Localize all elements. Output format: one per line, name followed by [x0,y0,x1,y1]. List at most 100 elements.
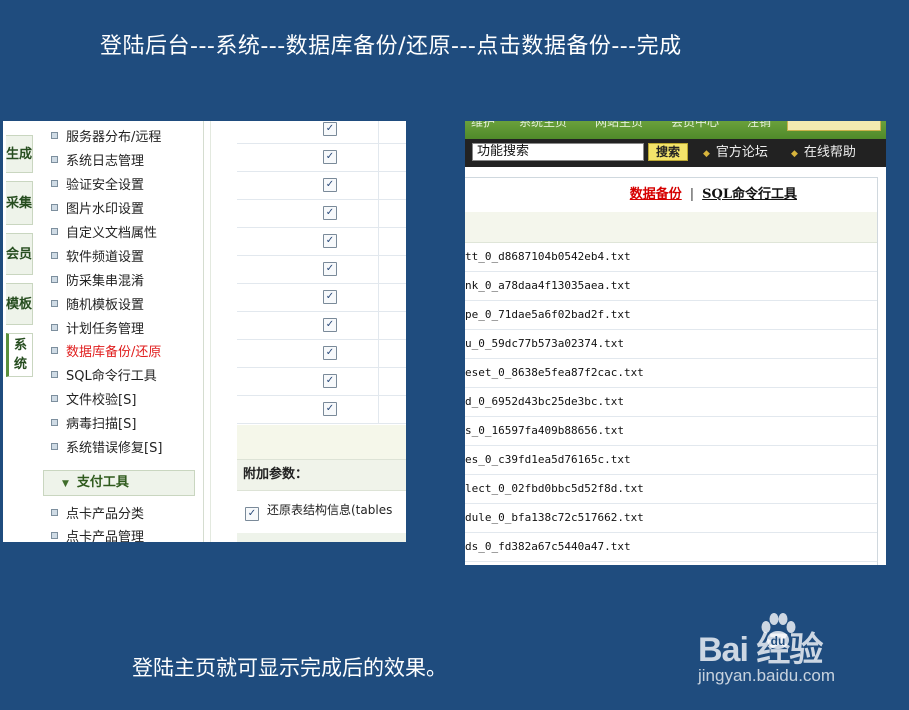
menu-item-software-channel[interactable]: 软件频道设置 [51,248,144,268]
menu-item-scheduled-tasks[interactable]: 计划任务管理 [51,320,144,340]
list-subheader [465,212,877,243]
table-row: ✓ [237,395,406,424]
menu-item-card-manage[interactable]: 点卡产品管理 [51,528,144,542]
tab-member[interactable]: 会员 [6,233,33,275]
list-item: u_0_59dc77b573a02374.txt [465,330,877,359]
checkbox[interactable]: ✓ [323,150,337,164]
nav-site-home[interactable]: 网站主页 [595,121,643,130]
bullet-icon [51,324,58,331]
nav-logout[interactable]: 注销 [747,121,771,130]
tab-generate[interactable]: 生成 [6,135,33,173]
table-row: ✓ [237,283,406,312]
menu-item-watermark[interactable]: 图片水印设置 [51,200,144,220]
list-item: es_0_c39fd1ea5d76165c.txt [465,446,877,475]
checkbox[interactable]: ✓ [323,346,337,360]
svg-text:du: du [771,634,786,648]
menu-item-db-backup[interactable]: 数据库备份/还原 [51,343,161,363]
list-item: lect_0_02fbd0bbc5d52f8d.txt [465,475,877,504]
restore-structure-option[interactable]: ✓ 还原表结构信息(tables [237,493,406,527]
paw-logo-icon: du [761,613,796,649]
search-input[interactable]: 功能搜索 [472,143,644,161]
menu-item-doc-attrs[interactable]: 自定义文档属性 [51,224,157,244]
scrollbar[interactable] [877,177,886,565]
system-menu: 服务器分布/远程 系统日志管理 验证安全设置 图片水印设置 自定义文档属性 软件… [37,121,204,542]
bullet-icon [51,252,58,259]
menu-item-sql-tool[interactable]: SQL命令行工具 [51,367,157,387]
bullet-icon [51,419,58,426]
bullet-icon [51,156,58,163]
list-item: d_0_6952d43bc25de3bc.txt [465,388,877,417]
table-row: ✓ [237,367,406,396]
checkbox[interactable]: ✓ [323,178,337,192]
bullet-icon [51,180,58,187]
search-button[interactable]: 搜索 [648,143,688,161]
nav-member-center[interactable]: 会员中心 [671,121,719,130]
table-row: ✓ [237,255,406,284]
menu-item-anti-collect[interactable]: 防采集串混淆 [51,272,144,292]
menu-group-payment[interactable]: ▼ 支付工具 [43,470,195,496]
table-row: ✓ [237,339,406,368]
triangle-down-icon: ▼ [62,479,69,489]
online-help-link[interactable]: ◆ 在线帮助 [791,143,856,164]
menu-item-syslog[interactable]: 系统日志管理 [51,152,144,172]
bullet-icon [51,443,58,450]
checkbox[interactable]: ✓ [323,290,337,304]
backup-header: 数据备份 | SQL命令行工具 [465,177,877,213]
menu-item-security[interactable]: 验证安全设置 [51,176,144,196]
menu-item-virus-scan[interactable]: 病毒扫描[S] [51,415,136,435]
checkbox[interactable]: ✓ [323,318,337,332]
checkbox[interactable]: ✓ [323,234,337,248]
menu-item-file-check[interactable]: 文件校验[S] [51,391,136,411]
list-item: dule_0_bfa138c72c517662.txt [465,504,877,533]
search-bar: 功能搜索 搜索 ◆ 官方论坛 ◆ 在线帮助 [465,139,886,167]
vertical-tab-bar: 生成 采集 会员 模板 系统 [3,121,37,542]
bullet-icon [51,300,58,307]
nav-system-home[interactable]: 系统主页 [519,121,567,130]
nav-maintain[interactable]: 维护 [471,121,495,130]
bullet-icon [51,395,58,402]
table-row: ✓ [237,199,406,228]
top-nav: 维护 系统主页 网站主页 会员中心 注销 [465,121,886,139]
official-forum-link[interactable]: ◆ 官方论坛 [703,143,768,164]
list-item: eset_0_8638e5fea87f2cac.txt [465,359,877,388]
quick-menu-select[interactable] [787,121,881,131]
tab-collect[interactable]: 采集 [6,181,33,225]
table-row: ✓ [237,311,406,340]
tab-system[interactable]: 系统 [6,333,33,377]
checkbox[interactable]: ✓ [323,262,337,276]
checkbox[interactable]: ✓ [323,122,337,136]
bullet-icon [51,347,58,354]
table-row: ✓ [237,143,406,172]
button-strip [237,533,406,542]
slide-title: 登陆后台---系统---数据库备份/还原---点击数据备份---完成 [100,34,682,59]
bullet-icon [51,228,58,235]
backup-file-list: tt_0_d8687104b0542eb4.txt nk_0_a78daa4f1… [465,243,877,562]
menu-item-server[interactable]: 服务器分布/远程 [51,128,161,148]
menu-item-card-category[interactable]: 点卡产品分类 [51,505,144,525]
spacer-band [237,425,406,459]
tab-template[interactable]: 模板 [6,283,33,325]
tab-data-backup[interactable]: 数据备份 [630,187,682,202]
checkbox[interactable]: ✓ [323,374,337,388]
checkbox[interactable]: ✓ [245,507,259,521]
table-row: ✓ [237,171,406,200]
list-item: ds_0_fd382a67c5440a47.txt [465,533,877,562]
tab-sql-tool[interactable]: SQL命令行工具 [702,187,797,202]
extra-params-label: 附加参数： [237,459,406,491]
watermark-url: jingyan.baidu.com [698,666,836,685]
menu-item-error-repair[interactable]: 系统错误修复[S] [51,439,162,459]
checkbox[interactable]: ✓ [323,206,337,220]
menu-item-random-template[interactable]: 随机模板设置 [51,296,144,316]
bullet-icon [51,509,58,516]
bullet-icon [51,132,58,139]
table-select-panel: ✓ ✓ ✓ ✓ ✓ ✓ ✓ ✓ ✓ ✓ ✓ 附加参数： ✓ 还原表结构信息(tab… [210,121,406,542]
marker-icon: ◆ [791,149,798,159]
separator: | [689,187,695,202]
bullet-icon [51,204,58,211]
slide-caption: 登陆主页就可显示完成后的效果。 [132,656,447,680]
right-screenshot: 维护 系统主页 网站主页 会员中心 注销 功能搜索 搜索 ◆ 官方论坛 ◆ 在线帮助… [465,121,886,565]
bullet-icon [51,532,58,539]
bullet-icon [51,276,58,283]
list-item: tt_0_d8687104b0542eb4.txt [465,243,877,272]
checkbox[interactable]: ✓ [323,402,337,416]
